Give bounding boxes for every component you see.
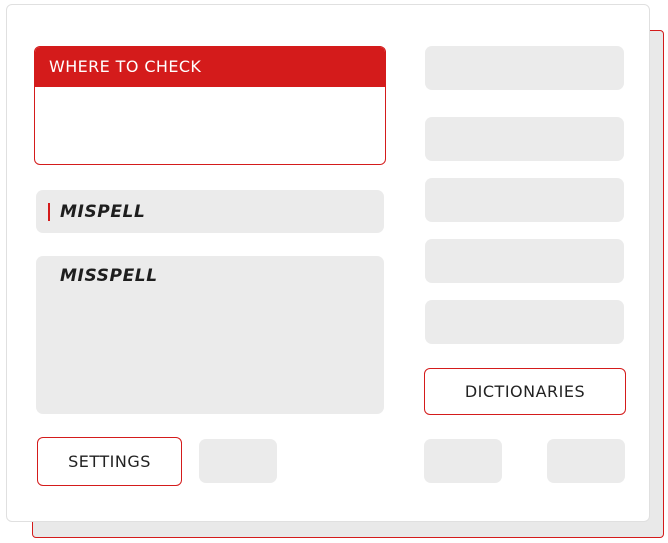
suggestions-list[interactable]: MISSPELL: [36, 256, 384, 414]
bottom-button-4[interactable]: [547, 439, 625, 483]
option-button-1[interactable]: [425, 46, 624, 90]
misspelled-word-value: MISPELL: [60, 202, 146, 222]
bottom-button-3[interactable]: [424, 439, 502, 483]
where-to-check-header: WHERE TO CHECK: [35, 47, 385, 87]
where-to-check-group: WHERE TO CHECK: [34, 46, 386, 165]
settings-button[interactable]: SETTINGS: [37, 437, 182, 486]
option-button-2[interactable]: [425, 117, 624, 161]
text-cursor: [48, 203, 50, 221]
dictionaries-button[interactable]: DICTIONARIES: [424, 368, 626, 415]
option-button-5[interactable]: [425, 300, 624, 344]
misspelled-word-field[interactable]: MISPELL: [36, 190, 384, 233]
suggestion-item[interactable]: MISSPELL: [60, 266, 158, 286]
bottom-button-2[interactable]: [199, 439, 277, 483]
option-button-3[interactable]: [425, 178, 624, 222]
option-button-4[interactable]: [425, 239, 624, 283]
